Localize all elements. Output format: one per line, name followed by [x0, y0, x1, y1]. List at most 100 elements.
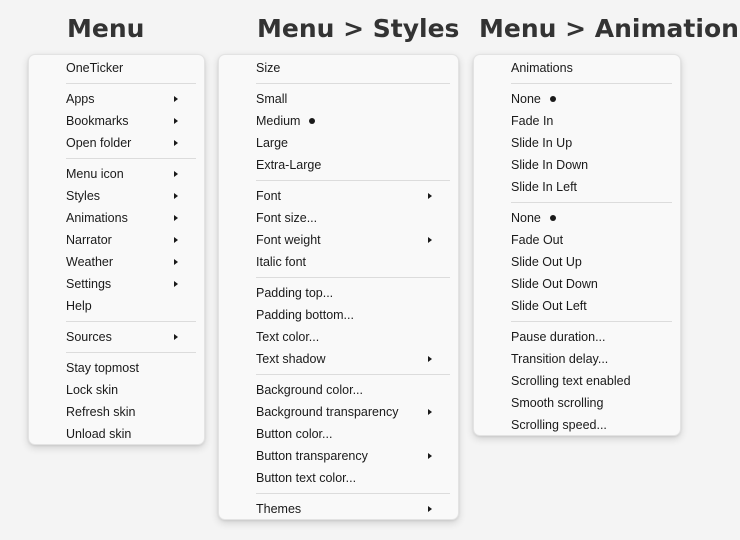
menu-item-menu-icon[interactable]: Menu icon — [29, 163, 204, 185]
menu-item-label: Large — [256, 136, 288, 150]
menu-separator — [511, 321, 672, 322]
menu-item-slide-out-left[interactable]: Slide Out Left — [474, 295, 680, 317]
menu-item-label: Padding bottom... — [256, 308, 354, 322]
selected-bullet-icon — [309, 118, 316, 124]
menu-separator — [511, 202, 672, 203]
menu-item-settings[interactable]: Settings — [29, 273, 204, 295]
menu-item-narrator[interactable]: Narrator — [29, 229, 204, 251]
menu-item-open-folder[interactable]: Open folder — [29, 132, 204, 154]
menu-item-label: Slide In Up — [511, 136, 573, 150]
menu-item-label: Sources — [66, 330, 112, 344]
menu-item-lock-skin[interactable]: Lock skin — [29, 379, 204, 401]
submenu-arrow-icon — [174, 118, 178, 124]
submenu-arrow-icon — [428, 193, 432, 199]
menu-item-label: Button text color... — [256, 471, 357, 485]
menu-item-none[interactable]: None — [474, 88, 680, 110]
menu-item-label: Padding top... — [256, 286, 334, 300]
menu-item-animations[interactable]: Animations — [474, 57, 680, 79]
menu-item-label: Font weight — [256, 233, 321, 247]
menu-item-label: Background color... — [256, 383, 364, 397]
menu-item-themes[interactable]: Themes — [219, 498, 458, 520]
menu-item-small[interactable]: Small — [219, 88, 458, 110]
menu-item-label: Narrator — [66, 233, 112, 247]
menu-item-slide-in-down[interactable]: Slide In Down — [474, 154, 680, 176]
menu-item-scrolling-text-enabled[interactable]: Scrolling text enabled — [474, 370, 680, 392]
submenu-arrow-icon — [428, 506, 432, 512]
menu-separator — [256, 277, 450, 278]
submenu-arrow-icon — [428, 453, 432, 459]
menu-item-smooth-scrolling[interactable]: Smooth scrolling — [474, 392, 680, 414]
menu-item-fade-out[interactable]: Fade Out — [474, 229, 680, 251]
submenu-arrow-icon — [428, 356, 432, 362]
menu-item-button-text-color[interactable]: Button text color... — [219, 467, 458, 489]
menu-item-label: None — [511, 92, 541, 106]
menu-item-slide-in-up[interactable]: Slide In Up — [474, 132, 680, 154]
menu-item-label: Settings — [66, 277, 112, 291]
menu-item-label: Help — [66, 299, 92, 313]
menu-item-refresh-skin[interactable]: Refresh skin — [29, 401, 204, 423]
menu-item-text-shadow[interactable]: Text shadow — [219, 348, 458, 370]
menu-item-size[interactable]: Size — [219, 57, 458, 79]
menu-item-label: Stay topmost — [66, 361, 139, 375]
menu-item-pause-duration[interactable]: Pause duration... — [474, 326, 680, 348]
menu-item-fade-in[interactable]: Fade In — [474, 110, 680, 132]
menu-item-button-color[interactable]: Button color... — [219, 423, 458, 445]
menu-item-unload-skin[interactable]: Unload skin — [29, 423, 204, 445]
menu-item-label: Bookmarks — [66, 114, 129, 128]
menu-item-slide-out-up[interactable]: Slide Out Up — [474, 251, 680, 273]
menu-item-label: Themes — [256, 502, 302, 516]
menu-item-animations[interactable]: Animations — [29, 207, 204, 229]
menu-item-slide-in-left[interactable]: Slide In Left — [474, 176, 680, 198]
menu-item-text-color[interactable]: Text color... — [219, 326, 458, 348]
menu-item-label: Open folder — [66, 136, 132, 150]
menu-item-padding-bottom[interactable]: Padding bottom... — [219, 304, 458, 326]
menu-item-help[interactable]: Help — [29, 295, 204, 317]
menu-item-label: Slide Out Down — [511, 277, 598, 291]
menu-item-label: Font size... — [256, 211, 318, 225]
menu-item-label: Slide Out Left — [511, 299, 587, 313]
menu-item-apps[interactable]: Apps — [29, 88, 204, 110]
menu-item-label: Fade In — [511, 114, 554, 128]
menu-item-background-color[interactable]: Background color... — [219, 379, 458, 401]
menu-item-scrolling-speed[interactable]: Scrolling speed... — [474, 414, 680, 436]
menu-item-padding-top[interactable]: Padding top... — [219, 282, 458, 304]
menu-item-bookmarks[interactable]: Bookmarks — [29, 110, 204, 132]
submenu-arrow-icon — [174, 140, 178, 146]
menu-item-label: Text color... — [256, 330, 320, 344]
menu-item-label: Menu icon — [66, 167, 124, 181]
submenu-arrow-icon — [428, 237, 432, 243]
menu-item-label: Slide In Left — [511, 180, 578, 194]
menu-item-large[interactable]: Large — [219, 132, 458, 154]
menu-item-label: Scrolling speed... — [511, 418, 607, 432]
menu-item-label: Styles — [66, 189, 101, 203]
menu-item-label: Transition delay... — [511, 352, 609, 366]
menu-item-label: OneTicker — [66, 61, 124, 75]
submenu-arrow-icon — [174, 171, 178, 177]
menu-item-slide-out-down[interactable]: Slide Out Down — [474, 273, 680, 295]
menu-item-sources[interactable]: Sources — [29, 326, 204, 348]
menu-item-font-size[interactable]: Font size... — [219, 207, 458, 229]
menu-item-transition-delay[interactable]: Transition delay... — [474, 348, 680, 370]
menu-item-label: Text shadow — [256, 352, 326, 366]
heading-menu: Menu — [67, 14, 145, 43]
menu-item-label: Slide In Down — [511, 158, 589, 172]
submenu-arrow-icon — [174, 334, 178, 340]
menu-item-extra-large[interactable]: Extra-Large — [219, 154, 458, 176]
menu-separator — [66, 321, 196, 322]
menu-item-oneticker[interactable]: OneTicker — [29, 57, 204, 79]
menu-item-medium[interactable]: Medium — [219, 110, 458, 132]
menu-item-styles[interactable]: Styles — [29, 185, 204, 207]
menu-item-button-transparency[interactable]: Button transparency — [219, 445, 458, 467]
menu-item-label: Button transparency — [256, 449, 368, 463]
menu-item-stay-topmost[interactable]: Stay topmost — [29, 357, 204, 379]
submenu-arrow-icon — [174, 96, 178, 102]
menu-item-background-transparency[interactable]: Background transparency — [219, 401, 458, 423]
menu-item-italic-font[interactable]: Italic font — [219, 251, 458, 273]
submenu-arrow-icon — [174, 193, 178, 199]
menu-item-weather[interactable]: Weather — [29, 251, 204, 273]
menu-item-none[interactable]: None — [474, 207, 680, 229]
menu-item-label: Animations — [66, 211, 128, 225]
heading-menu-animations: Menu > Animations — [479, 14, 740, 43]
menu-item-font[interactable]: Font — [219, 185, 458, 207]
menu-item-font-weight[interactable]: Font weight — [219, 229, 458, 251]
